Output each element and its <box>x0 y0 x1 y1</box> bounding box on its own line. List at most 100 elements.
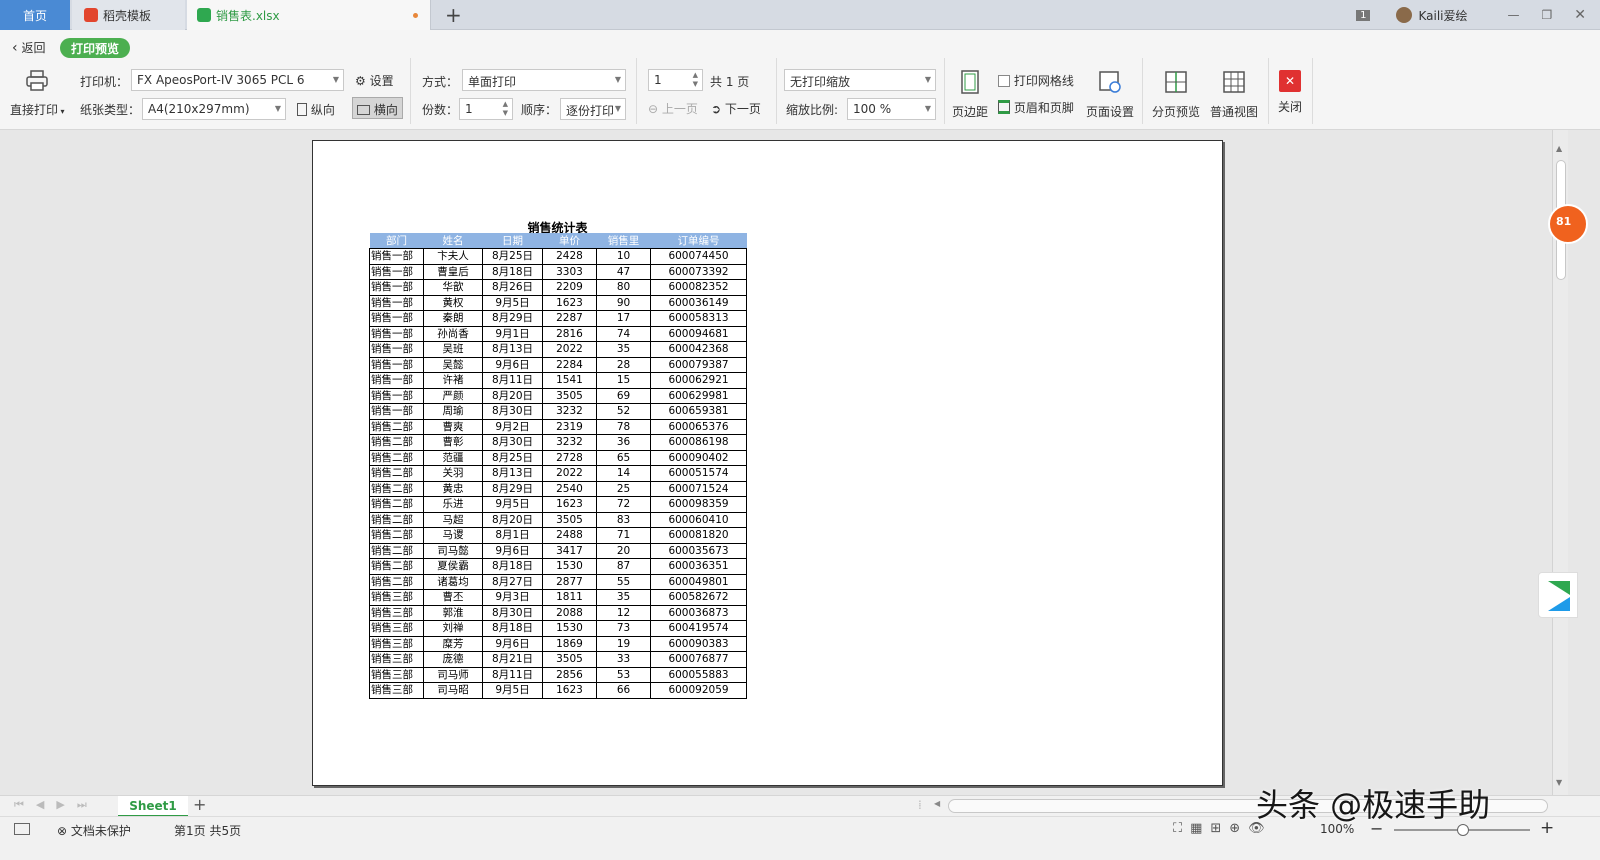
table-row: 销售三部 曹丕 9月3日 1811 35 600582672 <box>369 589 747 606</box>
table-cell: 600036351 <box>650 558 747 575</box>
avatar[interactable] <box>1396 7 1413 23</box>
restore-icon[interactable]: ❐ <box>1542 8 1553 22</box>
next-page-button[interactable]: ➲ 下一页 <box>711 100 761 117</box>
table-cell: 1623 <box>542 682 597 699</box>
scroll-left-icon[interactable]: ◀ <box>934 799 940 808</box>
order-select[interactable]: 逐份打印 ▼ <box>560 98 626 120</box>
margins-button[interactable]: 页边距 <box>952 70 988 120</box>
sheet-nav-icons[interactable]: ⏮◀▶⏭ <box>14 798 99 812</box>
print-gridlines-checkbox[interactable]: 打印网格线 <box>998 72 1074 89</box>
new-tab-icon[interactable]: + <box>445 3 462 27</box>
direct-print-button[interactable]: 直接打印 ▾ <box>10 70 65 118</box>
table-cell: 600629981 <box>650 387 747 404</box>
minimize-icon[interactable]: — <box>1508 8 1520 22</box>
table-cell: 8月13日 <box>482 341 543 358</box>
table-row: 销售一部 周瑜 8月30日 3232 52 600659381 <box>369 403 747 420</box>
tab-bar: 首页 稻壳模板 销售表.xlsx + 1 Kaili爱绘 — ❐ ✕ <box>0 0 1600 30</box>
table-cell: 9月2日 <box>482 418 543 435</box>
printer-label: 打印机： <box>80 75 129 89</box>
normal-view-button[interactable]: 普通视图 <box>1210 70 1258 120</box>
table-cell: 600074450 <box>650 248 747 265</box>
table-cell: 9月5日 <box>482 682 543 699</box>
table-row: 销售二部 关羽 8月13日 2022 14 600051574 <box>369 465 747 482</box>
table-cell: 销售一部 <box>369 263 424 280</box>
page-setup-label: 页面设置 <box>1086 105 1135 119</box>
floating-badge[interactable]: 81 <box>1548 204 1588 244</box>
table-cell: 600090402 <box>650 449 747 466</box>
scale-mode-select[interactable]: 无打印缩放 ▼ <box>784 69 936 91</box>
table-cell: 销售二部 <box>369 511 424 528</box>
page-number-value: 1 <box>654 73 662 87</box>
side-tool-button[interactable] <box>1538 572 1578 618</box>
splitter-icon[interactable]: ⁞ <box>918 798 922 812</box>
protect-status[interactable]: ⊗ 文档未保护 <box>57 822 131 839</box>
user-name[interactable]: Kaili爱绘 <box>1418 7 1467 24</box>
page-setup-button[interactable]: 页面设置 <box>1086 70 1134 120</box>
table-cell: 1811 <box>542 589 597 606</box>
table-cell: 8月18日 <box>482 263 543 280</box>
back-button[interactable]: ‹ 返回 <box>12 39 45 56</box>
page-break-preview-button[interactable]: 分页预览 <box>1152 70 1200 120</box>
table-cell: 600036873 <box>650 604 747 621</box>
printer-select[interactable]: FX ApeosPort-IV 3065 PCL 6 ▼ <box>131 69 344 91</box>
paper-type-label: 纸张类型： <box>80 103 141 117</box>
table-cell: 严颜 <box>423 387 483 404</box>
zoom-slider[interactable] <box>1394 824 1530 836</box>
table-row: 销售一部 黄权 9月5日 1623 90 600036149 <box>369 294 747 311</box>
sheet1-label: Sheet1 <box>129 799 177 813</box>
stepper-icon: ▲ ▼ <box>692 71 698 88</box>
doc-status-icon[interactable] <box>14 823 30 835</box>
portrait-button[interactable]: 纵向 <box>297 101 335 118</box>
tab-daoke-templates[interactable]: 稻壳模板 <box>72 0 185 30</box>
settings-label: 设置 <box>369 74 394 88</box>
tab-daoke-label: 稻壳模板 <box>103 8 152 23</box>
paper-type-select[interactable]: A4(210x297mm) ▼ <box>142 98 286 120</box>
table-cell: 马超 <box>423 511 483 528</box>
table-cell: 2488 <box>542 527 597 544</box>
table-row: 销售二部 夏侯霸 8月18日 1530 87 600036351 <box>369 558 747 575</box>
table-cell: 销售三部 <box>369 604 424 621</box>
table-cell: 28 <box>596 356 651 373</box>
table-cell: 2856 <box>542 666 597 683</box>
table-cell: 3232 <box>542 434 597 451</box>
table-cell: 90 <box>596 294 651 311</box>
scale-select[interactable]: 100 % ▼ <box>847 98 936 120</box>
scroll-down-icon[interactable]: ▼ <box>1556 778 1562 787</box>
close-preview-button[interactable]: ✕ 关闭 <box>1278 70 1302 115</box>
total-pages: 共 1 页 <box>710 75 750 89</box>
table-cell: 司马懿 <box>423 542 483 559</box>
tab-home[interactable]: 首页 <box>0 0 70 30</box>
table-cell: 夏侯霸 <box>423 558 483 575</box>
zoom-in-icon[interactable]: + <box>1540 818 1554 838</box>
table-row: 销售三部 庞德 8月21日 3505 33 600076877 <box>369 651 747 668</box>
printer-icon <box>26 70 49 91</box>
prev-page-button[interactable]: ⊖ 上一页 <box>648 100 698 117</box>
tab-sales-xlsx[interactable]: 销售表.xlsx <box>187 0 431 30</box>
page-info: 第1页 共5页 <box>174 824 242 838</box>
copies-stepper[interactable]: 1 ▲ ▼ <box>459 98 513 120</box>
scroll-up-icon[interactable]: ▲ <box>1556 144 1562 153</box>
table-cell: 600036149 <box>650 294 747 311</box>
table-cell: 600081820 <box>650 527 747 544</box>
table-cell: 销售三部 <box>369 635 424 652</box>
direct-print-label: 直接打印 <box>10 103 59 117</box>
print-preview-ribbon: ‹ 返回 打印预览 直接打印 ▾ 打印机： FX ApeosPort-IV 30… <box>0 30 1600 130</box>
table-row: 销售三部 糜芳 9月6日 1869 19 600090383 <box>369 635 747 652</box>
table-cell: 600065376 <box>650 418 747 435</box>
page-number-stepper[interactable]: 1 ▲ ▼ <box>648 69 703 91</box>
divider <box>944 58 945 124</box>
close-window-icon[interactable]: ✕ <box>1574 7 1586 23</box>
header-footer-button[interactable]: 页眉和页脚 <box>998 99 1074 116</box>
window-count-badge[interactable]: 1 <box>1356 9 1371 21</box>
table-cell: 8月18日 <box>482 558 543 575</box>
table-cell: 600419574 <box>650 620 747 637</box>
sheet-tab-sheet1[interactable]: Sheet1 <box>118 796 188 817</box>
table-cell: 2428 <box>542 248 597 265</box>
table-cell: 600035673 <box>650 542 747 559</box>
column-header: 姓名 <box>423 233 483 249</box>
print-mode-select[interactable]: 单面打印 ▼ <box>462 69 626 91</box>
table-cell: 2209 <box>542 279 597 296</box>
landscape-button[interactable]: 横向 <box>352 97 403 119</box>
printer-settings-button[interactable]: ⚙ 设置 <box>355 72 394 89</box>
add-sheet-icon[interactable]: + <box>193 795 206 814</box>
